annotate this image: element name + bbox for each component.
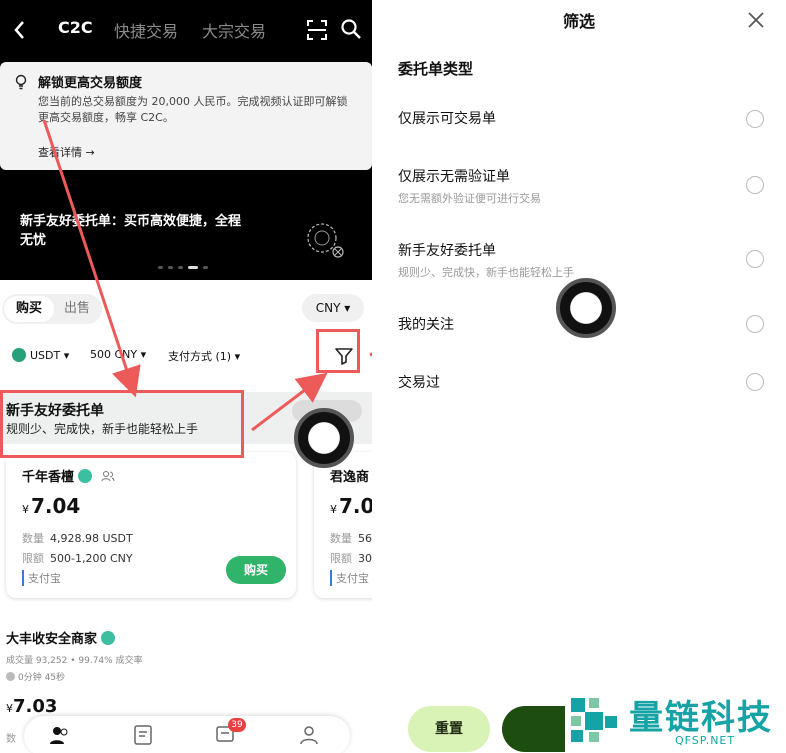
coin-filter-label: USDT ▾ xyxy=(30,349,70,362)
filter-panel-title: 筛选 xyxy=(562,12,595,31)
lightbulb-icon xyxy=(15,74,27,90)
close-icon[interactable] xyxy=(746,10,766,30)
radio-newbie-friendly[interactable] xyxy=(746,250,764,268)
option-label: 仅展示无需验证单 xyxy=(398,169,510,185)
merchant-card[interactable]: 千年香檀 ¥7.04 数量 4,928.98 USDT 限额 500-1,200 C… xyxy=(6,452,296,598)
payment-filter[interactable]: 支付方式 (1) ▾ xyxy=(168,348,240,364)
limit: 限额 500-1,200 CNY xyxy=(22,552,133,565)
view-details-link[interactable]: 查看详情 → xyxy=(38,144,95,160)
scan-icon[interactable] xyxy=(306,19,328,41)
search-icon[interactable] xyxy=(340,18,362,40)
filter-panel: 筛选 委托单类型 仅展示可交易单 仅展示无需验证单 您无需额外验证便可进行交易 … xyxy=(372,0,786,753)
radio-following[interactable] xyxy=(746,315,764,333)
filter-row: USDT ▾ 500 CNY ▾ 支付方式 (1) ▾ xyxy=(0,340,372,370)
limit: 限额 30 xyxy=(330,552,372,565)
reset-button[interactable]: 重置 xyxy=(408,706,490,752)
payment-method: 支付宝 xyxy=(330,570,369,586)
limit-notice-card: 解锁更高交易额度 您当前的总交易额度为 20,000 人民币。完成视频认证即可解… xyxy=(0,62,372,170)
verified-badge-icon xyxy=(78,469,93,483)
chevron-left-icon[interactable] xyxy=(10,16,30,44)
response-time: 0分钟 45秒 xyxy=(6,670,366,683)
merchant-card[interactable]: 君逸商 ¥7.04 数量56 限额30 支付宝 xyxy=(314,452,372,598)
usdt-icon xyxy=(12,348,26,362)
trade-side-bar: 购买 出售 CNY ▾ xyxy=(0,292,372,326)
quantity: 数量 4,928.98 USDT xyxy=(22,532,133,545)
tab-buy[interactable]: 购买 xyxy=(4,296,54,322)
people-icon[interactable] xyxy=(48,724,70,746)
orders-icon[interactable] xyxy=(132,724,154,746)
carousel-indicator xyxy=(158,266,208,269)
payment-method: 支付宝 xyxy=(22,570,61,586)
bottom-nav xyxy=(24,716,350,753)
quantity: 数量 56 xyxy=(330,532,372,545)
quantity-label: 数 xyxy=(6,734,16,745)
option-traded-before[interactable]: 交易过 xyxy=(398,372,768,392)
watermark-url: QFSP.NET xyxy=(675,734,736,747)
profile-icon[interactable] xyxy=(298,724,320,746)
users-icon xyxy=(101,471,115,482)
price: ¥7.03 xyxy=(6,696,58,717)
amount-filter[interactable]: 500 CNY ▾ xyxy=(90,348,146,361)
tab-c2c[interactable]: C2C xyxy=(58,18,93,37)
merchant-name: 大丰收安全商家 xyxy=(6,628,366,647)
coin-filter[interactable]: USDT ▾ xyxy=(12,348,69,362)
radio-traded-before[interactable] xyxy=(746,373,764,391)
option-tradable-only[interactable]: 仅展示可交易单 xyxy=(398,108,768,128)
notice-description: 您当前的总交易额度为 20,000 人民币。完成视频认证即可解锁更高交易额度，畅… xyxy=(38,95,348,124)
currency-select[interactable]: CNY ▾ xyxy=(302,294,364,322)
clock-icon xyxy=(6,672,15,681)
option-newbie-friendly[interactable]: 新手友好委托单 规则少、完成快，新手也能轻松上手 xyxy=(398,240,768,280)
promo-title: 新手友好委托单 xyxy=(6,403,104,419)
filter-funnel-icon[interactable] xyxy=(334,346,354,366)
option-label: 交易过 xyxy=(398,375,440,391)
tab-quick-trade[interactable]: 快捷交易 xyxy=(114,18,178,42)
merchant-name: 君逸商 xyxy=(330,470,370,485)
tap-indicator xyxy=(556,278,616,338)
radio-no-verification[interactable] xyxy=(746,176,764,194)
network-globe-icon xyxy=(307,223,344,258)
watermark-logo-icon xyxy=(571,698,617,742)
merchant-name: 千年香檀 xyxy=(22,466,115,485)
watermark-text: 量链科技 xyxy=(629,698,773,738)
section-title: 委托单类型 xyxy=(398,60,474,78)
buy-button[interactable]: 购买 xyxy=(226,556,286,584)
top-nav: C2C 快捷交易 大宗交易 xyxy=(0,0,372,60)
merchant-list-item[interactable]: 大丰收安全商家 成交量 93,252 • 99.74% 成交率 0分钟 45秒 … xyxy=(6,628,366,717)
header-area: C2C 快捷交易 大宗交易 解锁更高交易额度 您当前的总交易额度为 20,000… xyxy=(0,0,372,280)
tab-sell[interactable]: 出售 xyxy=(64,296,90,322)
buy-sell-toggle: 购买 出售 xyxy=(2,294,102,324)
verified-badge-icon xyxy=(101,631,116,645)
watermark: 量链科技 QFSP.NET xyxy=(565,688,786,753)
option-no-verification[interactable]: 仅展示无需验证单 您无需额外验证便可进行交易 xyxy=(398,166,768,206)
tab-block-trade[interactable]: 大宗交易 xyxy=(202,18,266,42)
option-label: 新手友好委托单 xyxy=(398,243,496,259)
price: ¥7.04 xyxy=(22,494,81,518)
tap-indicator xyxy=(294,408,354,468)
merchant-stats: 成交量 93,252 • 99.74% 成交率 xyxy=(6,656,143,666)
radio-tradable-only[interactable] xyxy=(746,110,764,128)
option-label: 仅展示可交易单 xyxy=(398,111,496,127)
promo-subtitle: 规则少、完成快，新手也能轻松上手 xyxy=(6,422,199,436)
c2c-trading-screen: C2C 快捷交易 大宗交易 解锁更高交易额度 您当前的总交易额度为 20,000… xyxy=(0,0,372,753)
option-description: 您无需额外验证便可进行交易 xyxy=(398,192,541,205)
notice-title: 解锁更高交易额度 xyxy=(38,76,143,91)
message-count-badge: 39 xyxy=(228,718,246,732)
banner-headline: 新手友好委托单：买币高效便捷，全程无忧 xyxy=(20,214,242,248)
price: ¥7.04 xyxy=(330,494,372,518)
